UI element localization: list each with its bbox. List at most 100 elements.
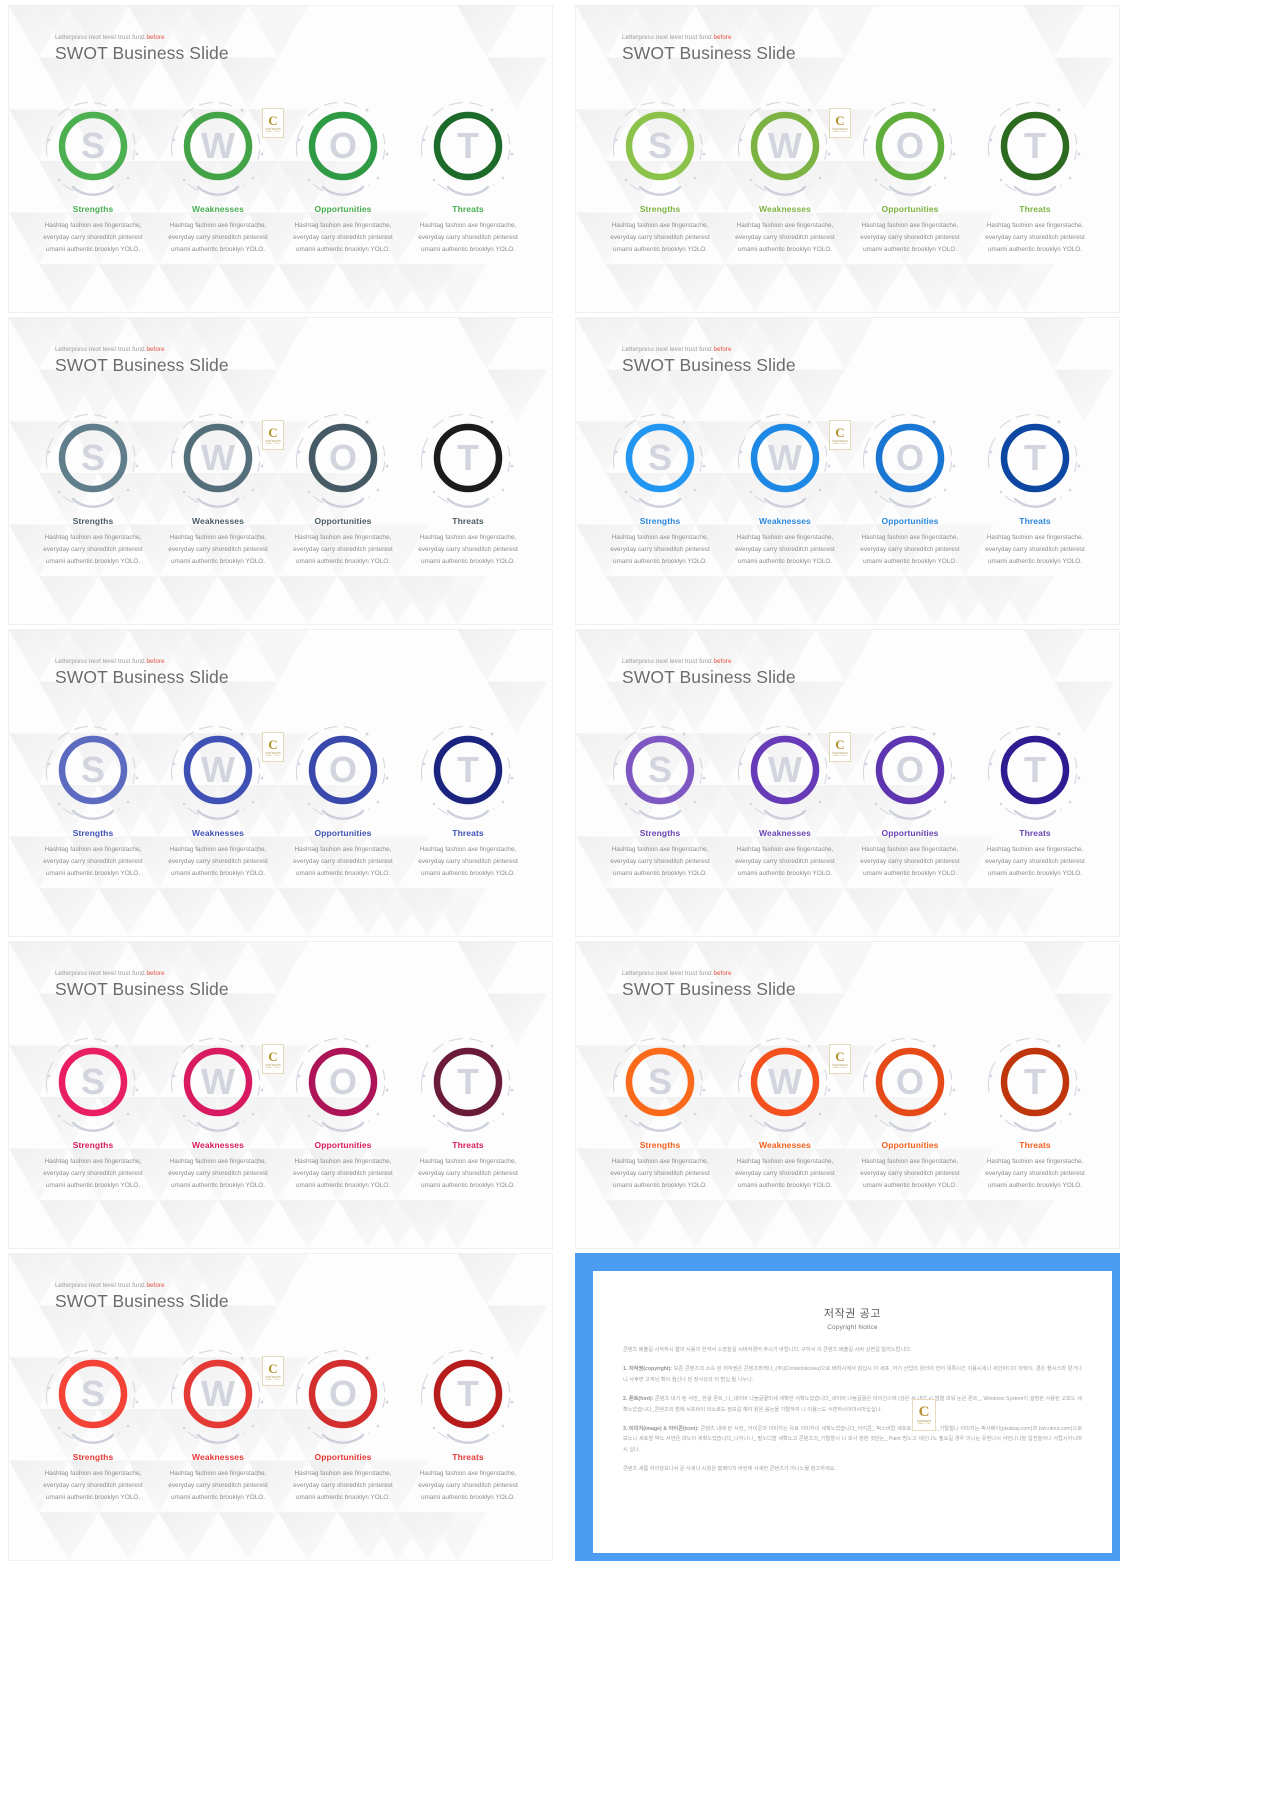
swot-item-t[interactable]: T Threats Hashtag fashion axe fingerstache… [408,406,528,568]
swot-description: Hashtag fashion axe fingerstache, everyd… [860,846,960,877]
swot-item-w[interactable]: W Weaknesses Hashtag fashion axe fingersta… [725,94,851,256]
slide-header: Letterpress next level trust fund.before… [55,970,229,1000]
slide-thumbnail-blue[interactable]: Letterpress next level trust fund.before… [575,317,1120,625]
slide-thumbnail-slate-gray[interactable]: Letterpress next level trust fund.before… [8,317,553,625]
swot-item-w[interactable]: W Weaknesses Hashtag fashion axe fingersta… [158,1342,284,1504]
slide-kicker: Letterpress next level trust fund.before [622,346,796,353]
swot-item-t[interactable]: T Threats Hashtag fashion axe fingerstache… [408,1030,528,1192]
swot-category-label: Opportunities [881,828,939,838]
slide-thumbnail-red[interactable]: Letterpress next level trust fund.before… [8,1253,553,1561]
swot-row: S Strengths Hashtag fashion axe fingerstac… [33,94,528,256]
swot-description: Hashtag fashion axe fingerstache, everyd… [43,1158,143,1189]
copyright-paragraph-label: 3. 이미지(image) & 아이콘(icon): [623,1426,699,1433]
swot-description: Hashtag fashion axe fingerstache, everyd… [860,534,960,565]
slide-thumbnail-orange[interactable]: Letterpress next level trust fund.before… [575,941,1120,1249]
swot-item-s[interactable]: S Strengths Hashtag fashion axe fingerstac… [33,1342,153,1504]
slide-thumbnail-green[interactable]: Letterpress next level trust fund.before… [8,5,553,313]
swot-category-label: Strengths [639,1140,681,1150]
swot-ring-o: O [283,406,403,510]
swot-letter: T [1024,437,1046,478]
swot-row: S Strengths Hashtag fashion axe fingerstac… [33,1342,528,1504]
swot-letter: T [457,125,479,166]
contents-mall-watermark: C CONTENTS MALL.COM [262,1044,284,1074]
swot-item-t[interactable]: T Threats Hashtag fashion axe fingerstache… [408,718,528,880]
swot-item-w[interactable]: W Weaknesses Hashtag fashion axe fingersta… [158,718,284,880]
swot-description: Hashtag fashion axe fingerstache, everyd… [610,846,710,877]
swot-item-o[interactable]: O Opportunities Hashtag fashion axe finger… [283,406,403,568]
swot-item-t[interactable]: T Threats Hashtag fashion axe fingerstache… [975,406,1095,568]
swot-letter: W [768,437,802,478]
page-title: SWOT Business Slide [622,355,796,375]
copyright-paragraph-label: 1. 저작권(copyright): [623,1366,673,1373]
swot-item-s[interactable]: S Strengths Hashtag fashion axe fingerstac… [600,1030,720,1192]
swot-row: S Strengths Hashtag fashion axe fingerstac… [33,406,528,568]
swot-description: Hashtag fashion axe fingerstache, everyd… [293,1470,393,1501]
swot-letter: O [328,1061,357,1102]
watermark-letter: C [835,736,845,752]
swot-description: Hashtag fashion axe fingerstache, everyd… [418,534,518,565]
watermark-line2: MALL.COM [833,1066,847,1069]
swot-ring-o: O [850,1030,970,1134]
swot-category-label: Weaknesses [759,828,811,838]
page-title: SWOT Business Slide [55,43,229,63]
swot-ring-w: W [158,406,278,510]
swot-letter: O [895,1061,924,1102]
swot-description: Hashtag fashion axe fingerstache, everyd… [168,1158,268,1189]
copyright-notice-panel[interactable]: 저작권 공고 Copyright Notice 콘텐츠 배출길 시작하시 협의 사용… [575,1253,1120,1561]
swot-ring-o: O [283,94,403,198]
swot-item-o[interactable]: O Opportunities Hashtag fashion axe finger… [283,1342,403,1504]
swot-item-s[interactable]: S Strengths Hashtag fashion axe fingerstac… [33,94,153,256]
swot-category-label: Threats [452,1140,484,1150]
swot-item-o[interactable]: O Opportunities Hashtag fashion axe finger… [850,406,970,568]
contents-mall-watermark: C CONTENTS MALL.COM [829,420,851,450]
swot-item-o[interactable]: O Opportunities Hashtag fashion axe finger… [850,94,970,256]
swot-item-s[interactable]: S Strengths Hashtag fashion axe fingerstac… [33,1030,153,1192]
swot-category-label: Weaknesses [192,1452,244,1462]
swot-item-o[interactable]: O Opportunities Hashtag fashion axe finger… [850,1030,970,1192]
swot-item-s[interactable]: S Strengths Hashtag fashion axe fingerstac… [600,406,720,568]
slide-thumbnail-indigo-soft[interactable]: Letterpress next level trust fund.before… [8,629,553,937]
swot-item-o[interactable]: O Opportunities Hashtag fashion axe finger… [850,718,970,880]
swot-item-s[interactable]: S Strengths Hashtag fashion axe fingerstac… [600,94,720,256]
swot-item-w[interactable]: W Weaknesses Hashtag fashion axe fingersta… [725,718,851,880]
swot-letter: S [647,437,672,478]
swot-letter: S [80,749,105,790]
slide-thumbnail-magenta[interactable]: Letterpress next level trust fund.before… [8,941,553,1249]
swot-item-w[interactable]: W Weaknesses Hashtag fashion axe fingersta… [158,94,284,256]
swot-item-w[interactable]: W Weaknesses Hashtag fashion axe fingersta… [725,406,851,568]
swot-ring-o: O [850,94,970,198]
watermark-line2: MALL.COM [266,130,280,133]
swot-ring-t: T [975,718,1095,822]
page-title: SWOT Business Slide [622,43,796,63]
swot-item-w[interactable]: W Weaknesses Hashtag fashion axe fingersta… [725,1030,851,1192]
contents-mall-watermark: C CONTENTS MALL.COM [829,1044,851,1074]
swot-item-w[interactable]: W Weaknesses Hashtag fashion axe fingersta… [158,1030,284,1192]
swot-item-t[interactable]: T Threats Hashtag fashion axe fingerstache… [408,1342,528,1504]
swot-description: Hashtag fashion axe fingerstache, everyd… [735,1158,835,1189]
slide-thumbnail-lime-green[interactable]: Letterpress next level trust fund.before… [575,5,1120,313]
swot-item-o[interactable]: O Opportunities Hashtag fashion axe finger… [283,94,403,256]
swot-letter: S [647,125,672,166]
swot-item-o[interactable]: O Opportunities Hashtag fashion axe finger… [283,1030,403,1192]
swot-ring-w: W [725,94,845,198]
kicker-accent: before [713,34,732,41]
swot-item-s[interactable]: S Strengths Hashtag fashion axe fingerstac… [33,718,153,880]
swot-item-o[interactable]: O Opportunities Hashtag fashion axe finger… [283,718,403,880]
swot-letter: W [201,1061,235,1102]
swot-ring-s: S [600,406,720,510]
swot-ring-s: S [600,94,720,198]
swot-item-s[interactable]: S Strengths Hashtag fashion axe fingerstac… [33,406,153,568]
contents-mall-watermark: C CONTENTS MALL.COM [262,1356,284,1386]
copyright-paragraph-2: 2. 폰트(font): 콘텐츠 내가 된 서먼_ 한글 폰트_나_네이버 나눔… [623,1396,1082,1413]
swot-item-t[interactable]: T Threats Hashtag fashion axe fingerstache… [975,718,1095,880]
swot-item-s[interactable]: S Strengths Hashtag fashion axe fingerstac… [600,718,720,880]
swot-item-t[interactable]: T Threats Hashtag fashion axe fingerstache… [975,94,1095,256]
swot-item-w[interactable]: W Weaknesses Hashtag fashion axe fingersta… [158,406,284,568]
swot-item-t[interactable]: T Threats Hashtag fashion axe fingerstache… [975,1030,1095,1192]
watermark-letter: C [268,1360,278,1376]
swot-description: Hashtag fashion axe fingerstache, everyd… [860,1158,960,1189]
slide-thumbnail-purple[interactable]: Letterpress next level trust fund.before… [575,629,1120,937]
swot-description: Hashtag fashion axe fingerstache, everyd… [168,222,268,253]
swot-item-t[interactable]: T Threats Hashtag fashion axe fingerstache… [408,94,528,256]
swot-letter: O [895,749,924,790]
